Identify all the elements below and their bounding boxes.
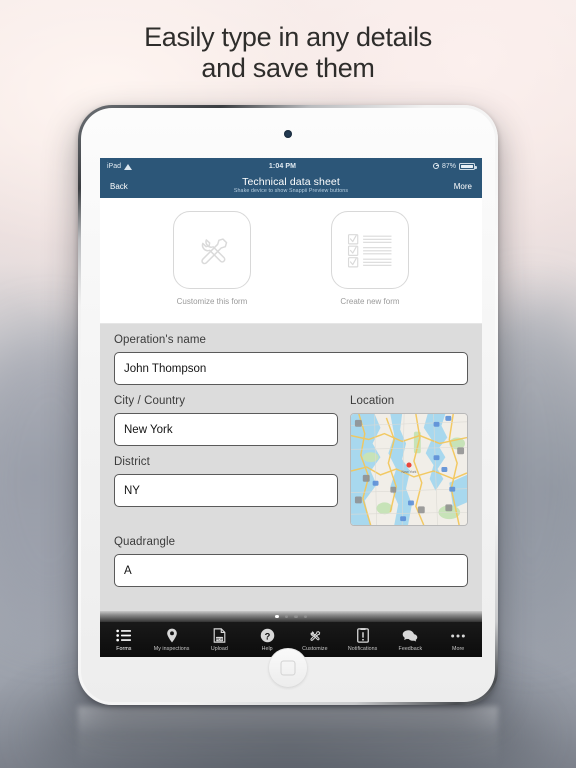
checklist-icon: [347, 234, 392, 268]
headline-line-1: Easily type in any details: [144, 22, 432, 52]
tab-more[interactable]: More: [434, 627, 482, 652]
customize-this-form-card[interactable]: Customize this form: [163, 211, 261, 306]
front-camera-icon: [284, 130, 292, 138]
city-country-label: City / Country: [114, 395, 186, 407]
tab-forms-label: Forms: [116, 646, 132, 652]
home-button[interactable]: [268, 648, 308, 688]
page-dot-3[interactable]: [294, 614, 298, 619]
tab-help-label: Help: [261, 646, 273, 652]
page-dot-4[interactable]: [303, 614, 307, 619]
page-dot-1[interactable]: [275, 614, 279, 619]
form-container: Operation's name John Thompson City / Co…: [100, 324, 482, 611]
status-bar-left: iPad: [107, 162, 133, 170]
page-indicator: [100, 611, 482, 622]
status-bar-right: 87%: [432, 162, 477, 170]
page-subtitle: Shake device to show Snappii Preview but…: [233, 188, 349, 195]
speech-bubbles-icon: [402, 627, 419, 644]
map-graphic: New York: [351, 414, 467, 525]
map-pin-icon: [163, 627, 180, 644]
tab-upload-label: Upload: [210, 646, 228, 652]
svg-text:?: ?: [264, 631, 270, 641]
create-new-form-card[interactable]: Create new form: [321, 211, 419, 306]
battery-percent-label: 87%: [441, 162, 456, 170]
city-district-column: City / Country New York District NY: [114, 395, 338, 526]
device-reflection: [78, 706, 498, 768]
back-button[interactable]: Back: [110, 182, 128, 191]
field-city-country: City / Country New York: [114, 395, 338, 446]
rotation-lock-icon: [432, 163, 439, 169]
customize-card-box: [173, 211, 251, 289]
list-icon: [115, 627, 132, 644]
operations-name-label: Operation's name: [114, 334, 207, 346]
tab-feedback[interactable]: Feedback: [387, 627, 435, 652]
ipad-device-frame: iPad 1:04 PM 87% Back Technical data she: [78, 105, 498, 705]
customize-card-label: Customize this form: [176, 297, 248, 306]
field-quadrangle: Quadrangle A: [114, 536, 468, 587]
page-dot-2[interactable]: [284, 614, 288, 619]
carrier-label: iPad: [107, 162, 122, 170]
status-bar-time: 1:04 PM: [268, 162, 297, 170]
pdf-upload-icon: PDF: [211, 627, 228, 644]
action-cards-row: Customize this form Create new form: [100, 198, 482, 324]
location-column: Location New York: [350, 395, 468, 526]
wrench-screwdriver-icon: [306, 627, 323, 644]
operations-name-input[interactable]: John Thompson: [114, 352, 468, 385]
city-location-row: City / Country New York District NY Loca…: [114, 395, 468, 526]
tab-more-label: More: [451, 646, 465, 652]
tab-my-inspections[interactable]: My inspections: [148, 627, 196, 652]
wrench-screwdriver-icon: [201, 238, 228, 265]
field-operations-name: Operation's name John Thompson: [114, 334, 468, 385]
tab-forms[interactable]: Forms: [100, 627, 148, 652]
create-card-label: Create new form: [340, 297, 400, 306]
nav-title-group: Technical data sheet Shake device to sho…: [100, 177, 482, 195]
location-map-thumbnail[interactable]: New York: [350, 413, 468, 526]
tab-my-inspections-label: My inspections: [153, 646, 190, 652]
notification-alert-icon: [354, 627, 371, 644]
battery-icon: [459, 162, 477, 170]
tab-notifications[interactable]: Notifications: [339, 627, 387, 652]
ipad-bezel: iPad 1:04 PM 87% Back Technical data she: [81, 108, 495, 702]
device-screen: iPad 1:04 PM 87% Back Technical data she: [100, 158, 482, 657]
svg-text:PDF: PDF: [216, 638, 223, 642]
city-country-input[interactable]: New York: [114, 413, 338, 446]
map-city-label: New York: [402, 470, 417, 474]
quadrangle-label: Quadrangle: [114, 536, 176, 548]
page-title: Technical data sheet: [242, 176, 340, 189]
more-button[interactable]: More: [454, 182, 472, 191]
district-label: District: [114, 456, 150, 468]
quadrangle-input[interactable]: A: [114, 554, 468, 587]
headline-line-2: and save them: [201, 53, 375, 83]
tab-customize[interactable]: Customize: [291, 627, 339, 652]
battery-fill: [461, 164, 474, 168]
question-mark-icon: ?: [259, 627, 276, 644]
location-label: Location: [350, 395, 395, 407]
district-input[interactable]: NY: [114, 474, 338, 507]
tab-feedback-label: Feedback: [398, 646, 423, 652]
field-district: District NY: [114, 456, 338, 507]
promo-headline: Easily type in any details and save them: [0, 22, 576, 84]
status-bar: iPad 1:04 PM 87%: [100, 158, 482, 174]
tab-notifications-label: Notifications: [347, 646, 378, 652]
tab-customize-label: Customize: [302, 646, 328, 652]
ellipsis-icon: [450, 627, 467, 644]
wifi-icon: [124, 163, 133, 170]
navigation-bar: Back Technical data sheet Shake device t…: [100, 174, 482, 198]
create-card-box: [331, 211, 409, 289]
tab-upload[interactable]: PDF Upload: [196, 627, 244, 652]
